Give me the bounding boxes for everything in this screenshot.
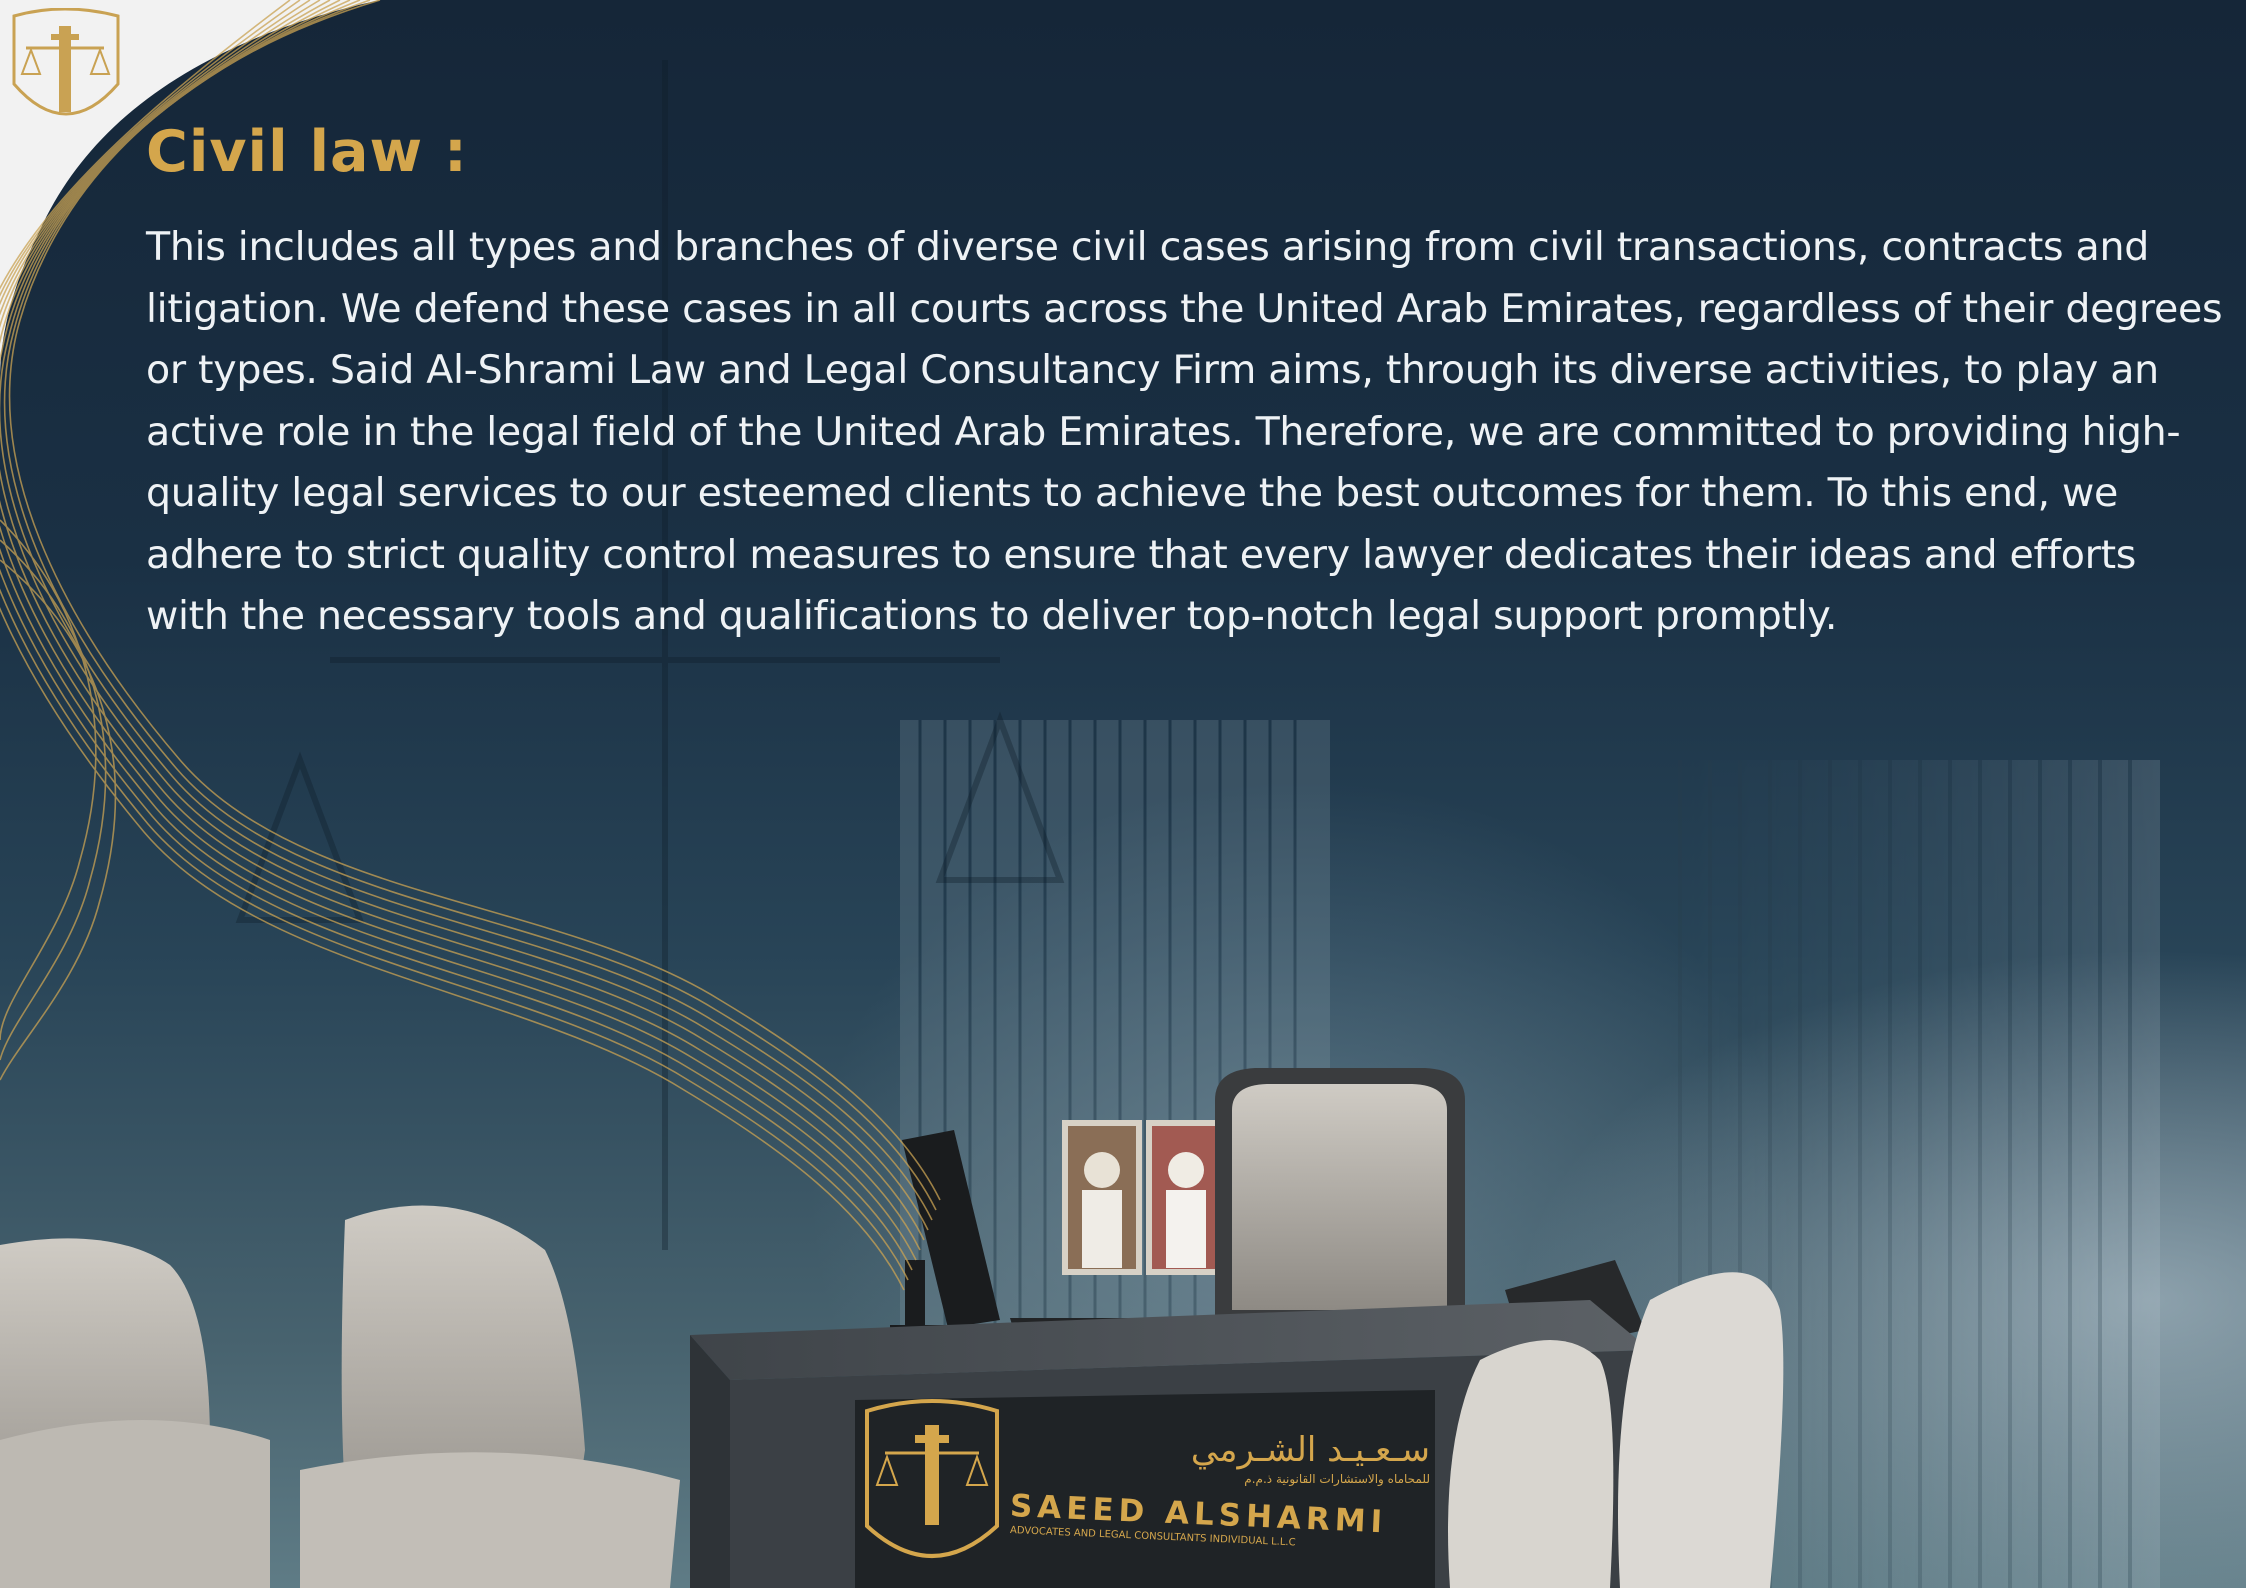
section-body: This includes all types and branches of … (146, 224, 2223, 639)
brochure-page: Civil law : This includes all types and … (0, 0, 2246, 1588)
desk-sign-arabic-name: سـعـيـد الشـرمي (1190, 1430, 1430, 1470)
desk-sign-arabic-sub: للمحاماه والاستشارات القانونية ذ.م.م (1244, 1472, 1430, 1486)
desk-sign: سـعـيـد الشـرمي للمحاماه والاستشارات الق… (1009, 1430, 1430, 1570)
section-title: Civil law : (146, 119, 468, 185)
text-section: Civil law : This includes all types and … (146, 112, 2226, 648)
firm-logo-icon (12, 8, 120, 116)
